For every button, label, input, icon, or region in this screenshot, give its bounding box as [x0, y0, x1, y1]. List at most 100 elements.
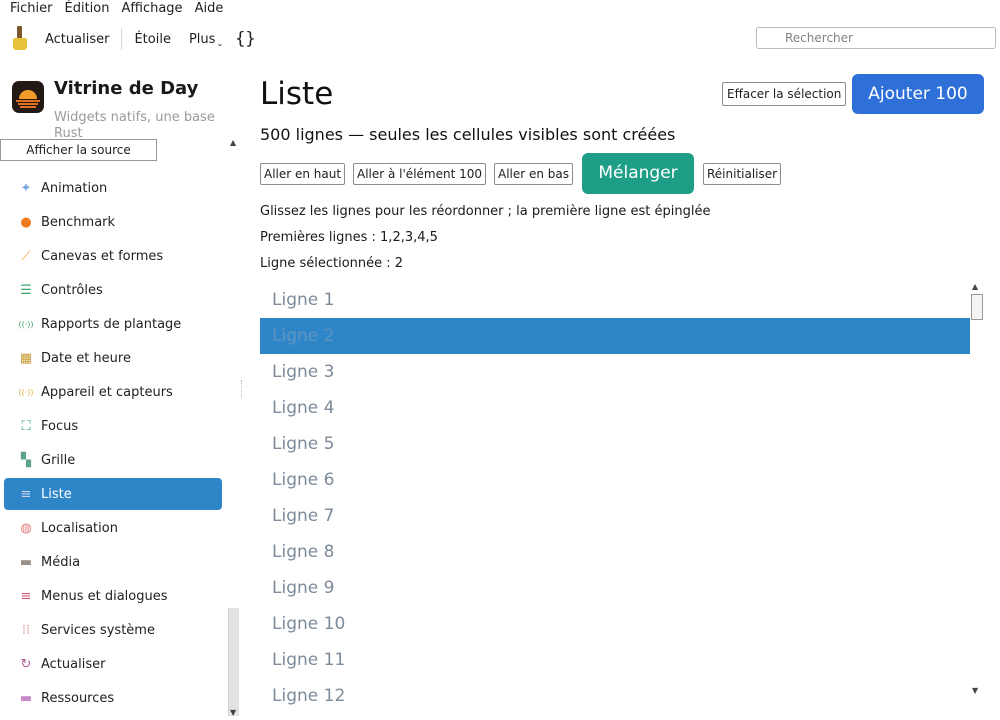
sidebar-item-1[interactable]: ✦ Animation	[4, 172, 222, 204]
folder-icon: ▬	[19, 690, 33, 706]
list-row[interactable]: Ligne 7	[260, 498, 970, 534]
list-icon: ≡	[20, 486, 32, 502]
sidebar-item-9[interactable]: ▚ Grille	[4, 444, 222, 476]
sidebar-item-14[interactable]: ⁞⁞ Services système	[4, 614, 222, 646]
menu-affichage[interactable]: Affichage	[115, 0, 188, 18]
sidebar: Vitrine de Day Widgets natifs, une base …	[0, 60, 240, 720]
chevron-down-icon: ⌄	[216, 38, 224, 48]
app-logo	[12, 81, 44, 113]
menu-bar: Fichier Édition Affichage Aide	[0, 0, 1000, 18]
go-item-100-button[interactable]: Aller à l'élément 100	[353, 163, 487, 185]
sidebar-item-label: Contrôles	[41, 282, 103, 298]
film-icon: ▬	[19, 554, 33, 570]
sidebar-item-6[interactable]: ▦ Date et heure	[4, 342, 222, 374]
list-scroll-thumb[interactable]	[971, 294, 983, 320]
sidebar-item-11[interactable]: ◍ Localisation	[4, 512, 222, 544]
list-row[interactable]: Ligne 5	[260, 426, 970, 462]
pane-splitter[interactable]	[241, 380, 243, 398]
sidebar-item-label: Rapports de plantage	[41, 316, 182, 332]
list-row[interactable]: Ligne 2	[260, 318, 970, 354]
refresh-icon: ↻	[20, 656, 32, 672]
sidebar-scrollbar[interactable]: ▲ ▼	[228, 138, 239, 720]
list-row[interactable]: Ligne 12	[260, 678, 970, 714]
sidebar-scroll-thumb[interactable]	[228, 608, 239, 716]
list-row[interactable]: Ligne 3	[260, 354, 970, 390]
scroll-up-icon[interactable]: ▲	[230, 138, 236, 147]
paintbrush-icon	[11, 26, 29, 52]
toolbar: Actualiser Étoile Plus⌄ {} Rechercher	[0, 18, 1000, 60]
app-title: Vitrine de Day	[54, 78, 199, 99]
drag-hint: Glissez les lignes pour les réordonner ;…	[260, 204, 711, 219]
sidebar-item-10[interactable]: ≡ Liste	[4, 478, 222, 510]
sidebar-item-label: Appareil et capteurs	[41, 384, 173, 400]
list-row[interactable]: Ligne 9	[260, 570, 970, 606]
calendar-icon: ▦	[19, 350, 33, 366]
sidebar-item-label: Menus et dialogues	[41, 588, 168, 604]
menu-edition[interactable]: Édition	[59, 0, 116, 18]
sidebar-item-12[interactable]: ▬ Média	[4, 546, 222, 578]
list-row[interactable]: Ligne 4	[260, 390, 970, 426]
sidebar-item-8[interactable]: ⛶ Focus	[4, 410, 222, 442]
sidebar-item-label: Services système	[41, 622, 155, 638]
gauge-icon: ●	[20, 214, 32, 230]
sidebar-item-15[interactable]: ↻ Actualiser	[4, 648, 222, 680]
add-100-button[interactable]: Ajouter 100	[852, 74, 984, 114]
sidebar-item-13[interactable]: ≡ Menus et dialogues	[4, 580, 222, 612]
show-source-button[interactable]: Afficher la source	[0, 139, 157, 161]
virtual-list[interactable]: Ligne 1 Ligne 2 Ligne 3 Ligne 4 Ligne 5 Ligne…	[260, 282, 970, 720]
sidebar-item-label: Grille	[41, 452, 76, 468]
more-label: Plus	[188, 31, 216, 47]
focus-icon: ⛶	[21, 418, 31, 434]
first-rows-text: Premières lignes : 1,2,3,4,5	[260, 230, 438, 245]
sidebar-item-label: Localisation	[41, 520, 118, 536]
selected-row-text: Ligne sélectionnée : 2	[260, 256, 404, 271]
sidebar-item-4[interactable]: ☰ Contrôles	[4, 274, 222, 306]
action-bar: Aller en haut Aller à l'élément 100 Alle…	[260, 153, 1000, 195]
list-scrollbar[interactable]: ▲ ▼	[970, 282, 986, 704]
sidebar-item-7[interactable]: ((·)) Appareil et capteurs	[4, 376, 222, 408]
sidebar-item-label: Animation	[41, 180, 108, 196]
sensor-icon: ((·))	[18, 387, 34, 397]
sidebar-item-2[interactable]: ● Benchmark	[4, 206, 222, 238]
dots-grid-icon: ⁞⁞	[21, 622, 31, 638]
globe-icon: ◍	[20, 520, 32, 536]
list-row[interactable]: Ligne 1	[260, 282, 970, 318]
scroll-up-icon[interactable]: ▲	[972, 282, 978, 291]
sidebar-nav: ✦ Animation ● Benchmark ⟋ Canevas et formes ☰ C…	[4, 136, 222, 720]
scroll-down-icon[interactable]: ▼	[230, 708, 236, 717]
sidebar-item-label: Date et heure	[41, 350, 131, 366]
scroll-down-icon[interactable]: ▼	[972, 686, 978, 695]
toolbar-separator	[121, 28, 123, 50]
menu-fichier[interactable]: Fichier	[4, 0, 59, 18]
shuffle-button[interactable]: Mélanger	[582, 153, 694, 194]
grid-icon: ▚	[21, 452, 31, 468]
menu-aide[interactable]: Aide	[189, 0, 230, 18]
braces-icon[interactable]: {}	[235, 29, 255, 49]
sidebar-item-3[interactable]: ⟋ Canevas et formes	[4, 240, 222, 272]
sidebar-item-label: Ressources	[41, 690, 115, 706]
list-row[interactable]: Ligne 6	[260, 462, 970, 498]
sidebar-item-16[interactable]: ▬ Ressources	[4, 682, 222, 714]
main-panel: Liste Effacer la sélection Ajouter 100 5…	[260, 60, 1000, 720]
go-bottom-button[interactable]: Aller en bas	[494, 163, 574, 185]
sidebar-item-label: Focus	[41, 418, 79, 434]
list-row[interactable]: Ligne 10	[260, 606, 970, 642]
menu-icon: ≡	[20, 588, 32, 604]
list-row[interactable]: Ligne 8	[260, 534, 970, 570]
sidebar-item-5[interactable]: ((·)) Rapports de plantage	[4, 308, 222, 340]
brush-icon: ⟋	[21, 248, 31, 264]
sliders-icon: ☰	[20, 282, 32, 298]
sidebar-item-label: Actualiser	[41, 656, 106, 672]
list-row[interactable]: Ligne 11	[260, 642, 970, 678]
page-title: Liste	[260, 76, 334, 112]
star-button[interactable]: Étoile	[130, 32, 175, 47]
more-button[interactable]: Plus⌄	[185, 31, 227, 48]
refresh-button[interactable]: Actualiser	[41, 32, 113, 47]
sidebar-item-label: Benchmark	[41, 214, 116, 230]
go-top-button[interactable]: Aller en haut	[260, 163, 346, 185]
list-subtitle: 500 lignes — seules les cellules visible…	[260, 125, 676, 144]
reset-button[interactable]: Réinitialiser	[703, 163, 782, 185]
sparkle-icon: ✦	[20, 180, 32, 196]
search-input[interactable]: Rechercher	[756, 27, 996, 49]
clear-selection-button[interactable]: Effacer la sélection	[722, 82, 847, 106]
